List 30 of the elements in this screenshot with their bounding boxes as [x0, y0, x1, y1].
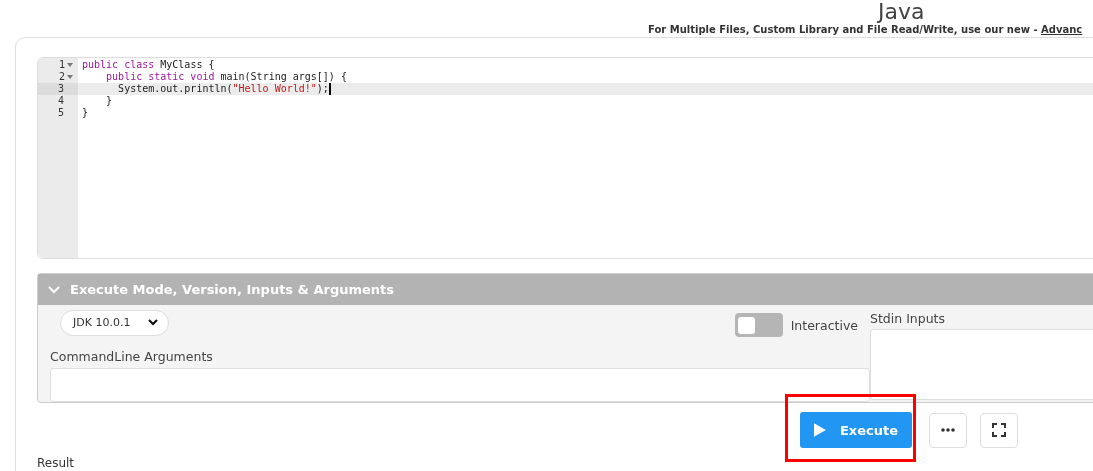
advanced-link[interactable]: Advanc — [1041, 24, 1083, 35]
play-icon — [814, 422, 826, 438]
code-line: public static void main(String args[]) { — [105, 71, 347, 83]
code-line: } — [82, 107, 89, 119]
stdin-field[interactable] — [870, 329, 1093, 400]
panel-title: Execute Mode, Version, Inputs & Arguments — [70, 282, 395, 297]
text-cursor — [328, 83, 331, 95]
interactive-toggle[interactable] — [734, 313, 783, 337]
more-button[interactable] — [929, 412, 967, 448]
code-line: } — [105, 95, 113, 107]
line-number: 1 — [58, 59, 65, 71]
version-select[interactable]: JDK 10.0.1 — [60, 309, 170, 336]
caret-icon — [148, 319, 159, 326]
more-icon — [941, 428, 955, 432]
arguments-field[interactable] — [50, 368, 870, 402]
notice-text: For Multiple Files, Custom Library and File Read/Write, use our new - Advanc — [648, 24, 1083, 35]
line-number: 4 — [57, 95, 64, 107]
page-title: Java — [878, 0, 925, 24]
stdin-label: Stdin Inputs — [870, 311, 946, 326]
fullscreen-button[interactable] — [980, 412, 1018, 448]
arguments-label: CommandLine Arguments — [50, 349, 213, 364]
result-label: Result — [37, 457, 75, 470]
interactive-label: Interactive — [790, 317, 858, 333]
line-number: 2 — [58, 71, 65, 83]
fullscreen-icon — [992, 423, 1006, 437]
code-editor[interactable]: 1 2 3 4 5 public class MyClass { public static void main(String args[]) { System.out.println("Hello World!"); } } — [37, 57, 1093, 259]
code-line: System.out.println("Hello World!"); — [117, 83, 329, 95]
line-number: 3 — [57, 83, 64, 95]
line-number: 5 — [57, 107, 64, 119]
code-line: public class MyClass { — [82, 59, 215, 71]
